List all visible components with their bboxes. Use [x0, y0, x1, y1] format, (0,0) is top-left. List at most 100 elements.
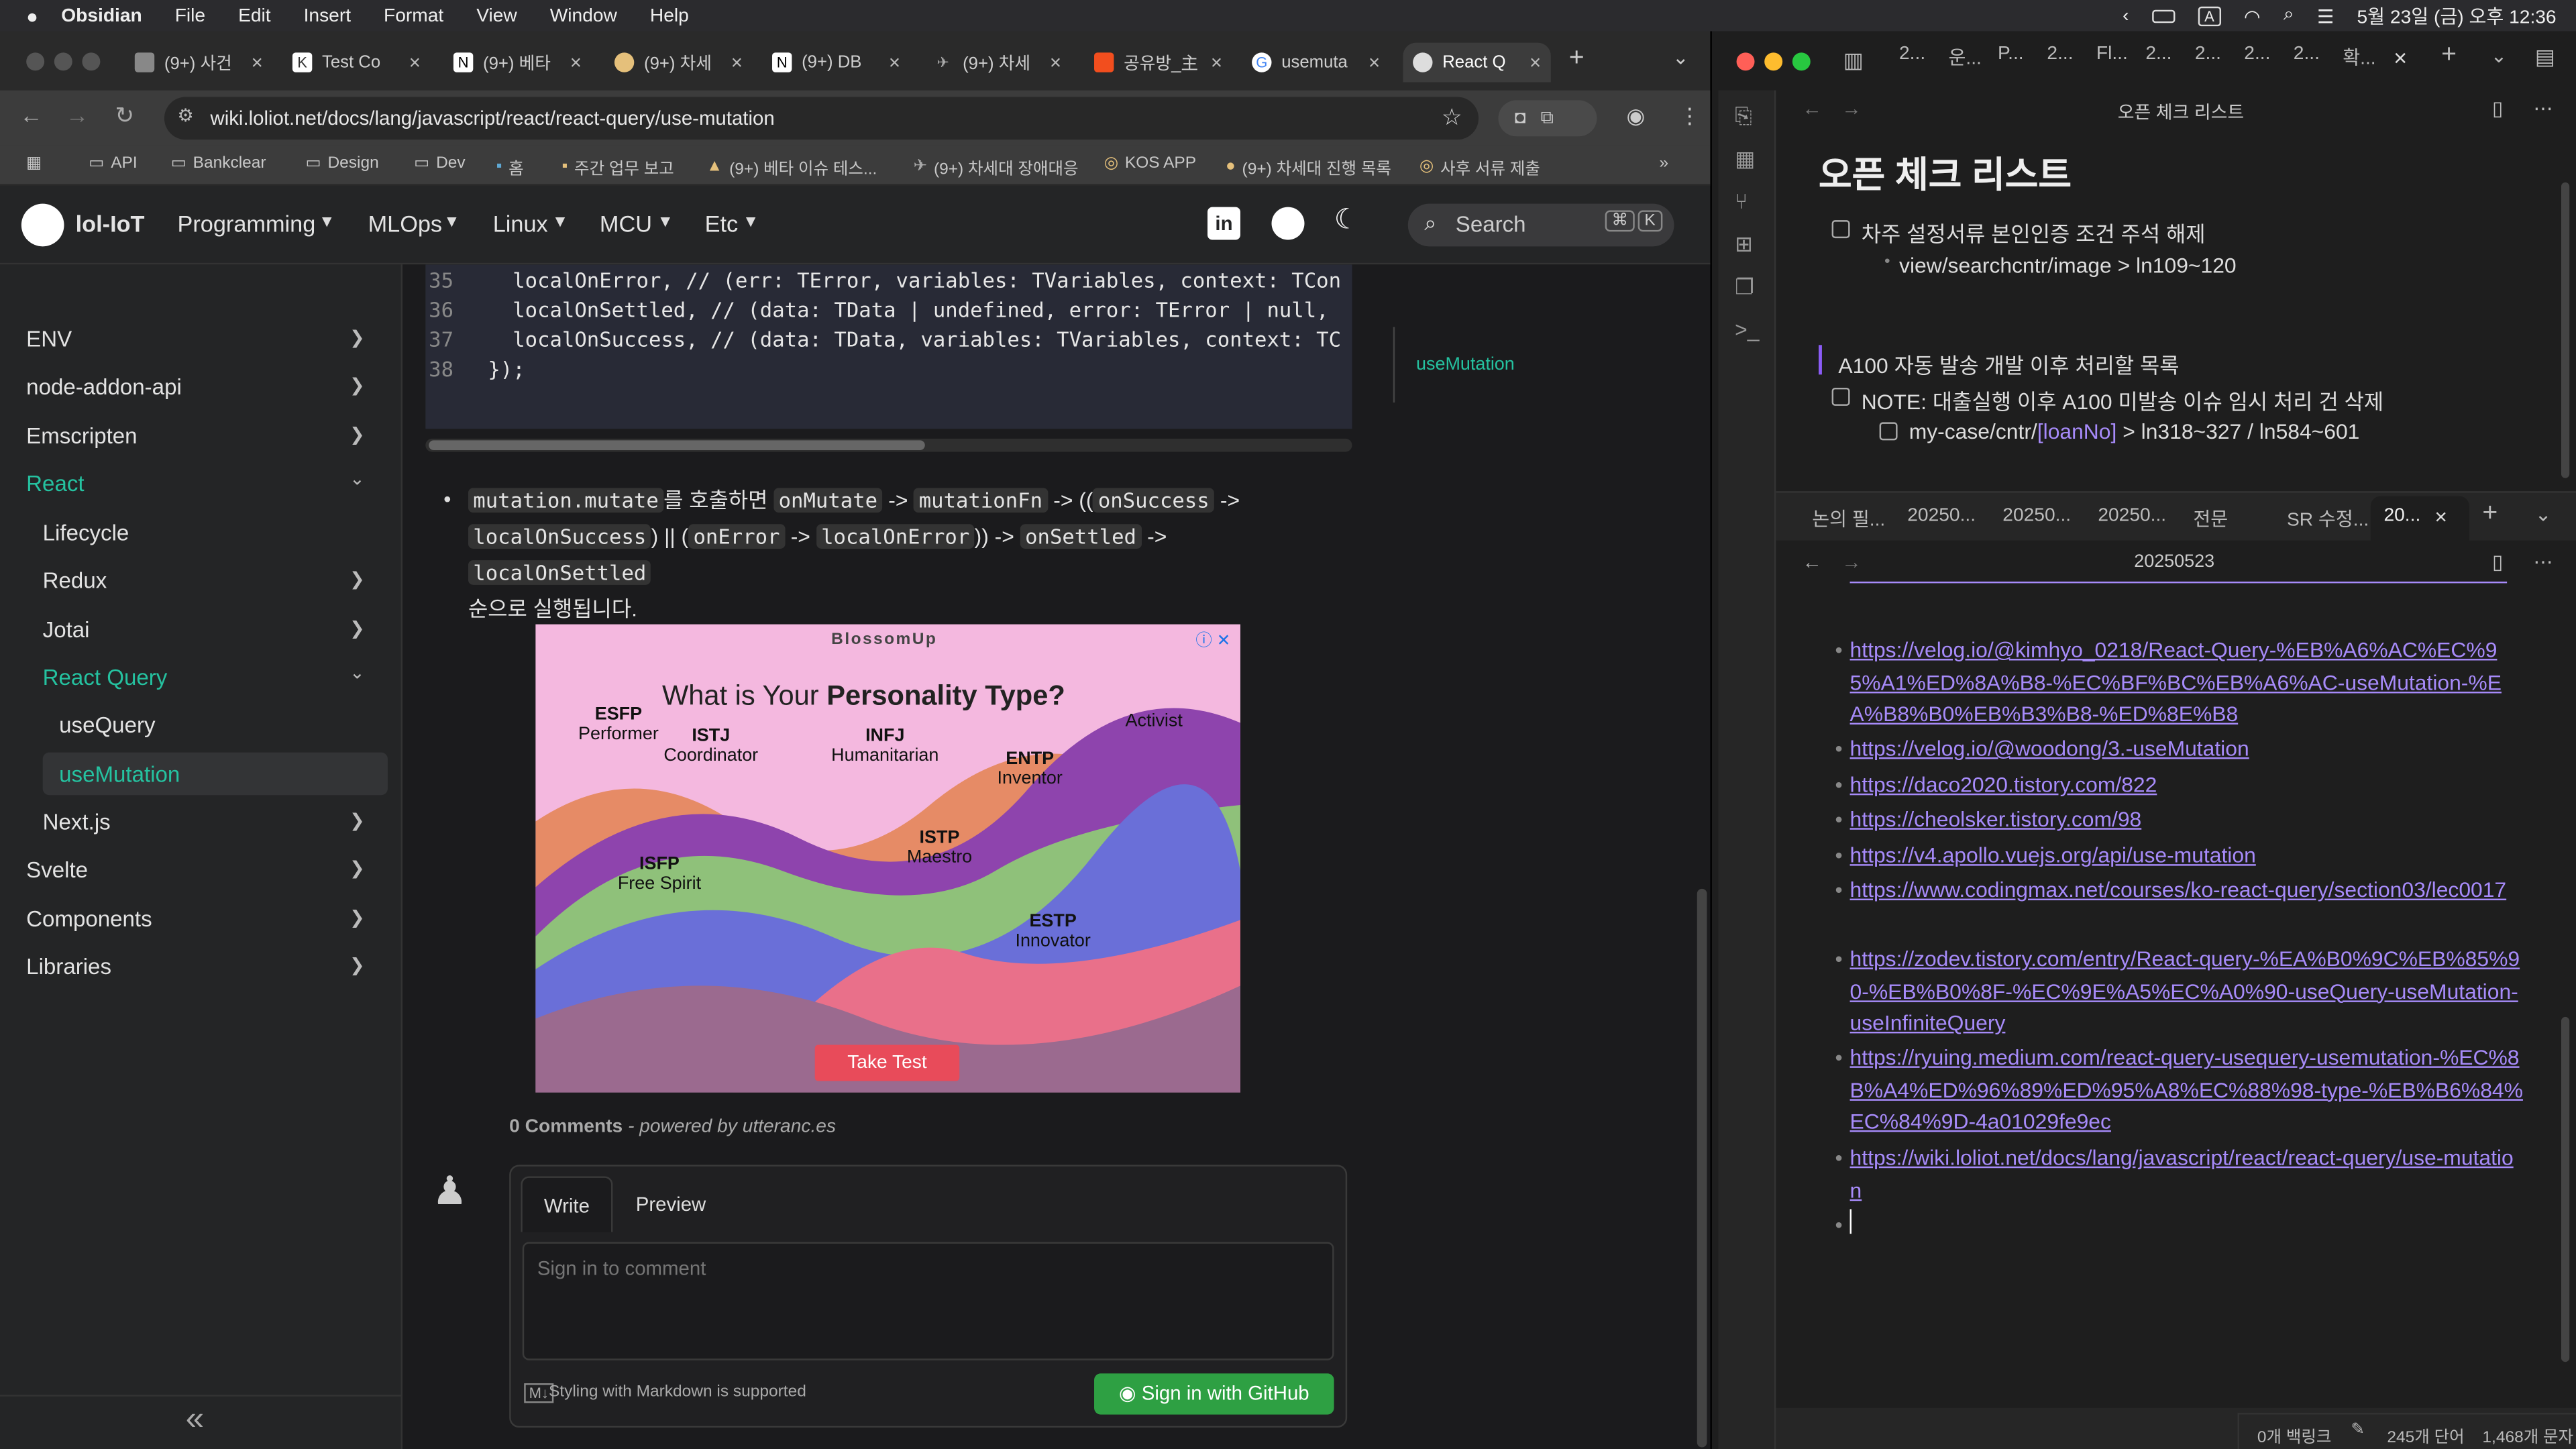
nav-mlops[interactable]: MLOps [368, 210, 443, 236]
tab-search-button[interactable]: ⌄ [1672, 46, 1689, 69]
close-icon[interactable]: × [889, 51, 900, 74]
bookmark-link[interactable]: ✈ (9+) 차세대 장애대응 [914, 154, 1079, 179]
external-link[interactable]: https://v4.apollo.vuejs.org/api/use-muta… [1850, 843, 2256, 867]
chevron-right-icon[interactable]: ❯ [350, 810, 365, 831]
chevron-left-icon[interactable]: ‹ [2123, 6, 2129, 25]
code-scrollbar[interactable] [425, 438, 1352, 452]
close-icon[interactable]: × [1529, 51, 1541, 74]
pane-scrollbar[interactable] [2561, 1016, 2570, 1362]
external-link[interactable]: https://www.codingmax.net/courses/ko-rea… [1850, 877, 2507, 902]
chevron-right-icon[interactable]: ❯ [350, 568, 365, 590]
close-icon[interactable]: × [409, 51, 421, 74]
zoom-window-button[interactable] [82, 52, 101, 71]
nav-programming[interactable]: Programming [177, 210, 315, 236]
chevron-right-icon[interactable]: ❯ [350, 374, 365, 396]
tab-3[interactable]: 운... [1948, 44, 1981, 70]
external-link[interactable]: https://velog.io/@kimhyo_0218/React-Quer… [1850, 637, 2502, 726]
right-sidebar-toggle-icon[interactable]: ▤ [2535, 44, 2555, 70]
tab-note-active-label[interactable]: 20... [2383, 506, 2420, 525]
external-link[interactable]: https://wiki.loliot.net/docs/lang/javasc… [1850, 1145, 2514, 1201]
chevron-right-icon[interactable]: ❯ [350, 618, 365, 639]
more-options-icon[interactable]: ⋯ [2533, 550, 2553, 573]
site-settings-icon[interactable]: ⚙ [177, 105, 193, 126]
tab-4[interactable]: P... [1998, 44, 2024, 64]
apple-icon[interactable]: ● [26, 4, 38, 27]
list-item-editing[interactable]: • [1835, 1209, 2524, 1242]
search-icon[interactable]: ⌕ [2284, 5, 2294, 26]
control-center-icon[interactable]: ☰ [2317, 4, 2334, 27]
bookmark-link[interactable]: ◎ 사후 서류 제출 [1419, 154, 1540, 179]
bookmark-folder[interactable]: ▭ Bankclear [171, 154, 266, 172]
new-tab-button[interactable]: + [2482, 499, 2498, 529]
close-icon[interactable]: × [252, 51, 263, 74]
browser-tab-active[interactable]: React Q × [1403, 42, 1551, 83]
task-checkbox[interactable] [1831, 387, 1850, 406]
tab-2[interactable]: 2... [1899, 44, 1925, 64]
sidebar-item-libraries[interactable]: Libraries [26, 955, 111, 979]
sidebar-item-usequery[interactable]: useQuery [59, 713, 155, 738]
close-icon[interactable]: × [731, 51, 743, 74]
menu-clock[interactable]: 5월 23일 (금) 오후 12:36 [2357, 3, 2557, 29]
browser-tab[interactable]: N (9+) DB × [762, 43, 910, 83]
battery-icon[interactable] [2151, 9, 2176, 23]
close-tab-icon[interactable]: × [2394, 44, 2407, 70]
copy-icon[interactable]: ❐ [1735, 274, 1754, 301]
tab-11[interactable]: 확... [2343, 44, 2375, 70]
comment-textarea[interactable] [522, 1242, 1334, 1360]
edit-icon[interactable]: ✎ [2351, 1421, 2365, 1439]
browser-tab[interactable]: K Test Co × [282, 43, 430, 83]
camera-extension-icon[interactable]: ◘ ⧉ [1498, 100, 1597, 137]
close-icon[interactable]: × [570, 51, 582, 74]
external-link[interactable]: https://ryuing.medium.com/react-query-us… [1850, 1045, 2523, 1134]
close-icon[interactable]: × [1050, 51, 1061, 74]
sidebar-toggle-icon[interactable]: ▥ [1843, 48, 1864, 74]
site-brand[interactable]: lol-IoT [76, 210, 145, 236]
bookmark-link[interactable]: ◎ KOS APP [1104, 154, 1196, 172]
reading-view-icon[interactable]: ▯ [2492, 550, 2503, 573]
browser-tab[interactable]: (9+) 사건 × [125, 43, 272, 83]
signin-github-button[interactable]: ◉ Sign in with GitHub [1094, 1373, 1334, 1415]
blocks-icon[interactable]: ⊞ [1735, 231, 1753, 258]
close-icon[interactable]: × [1368, 51, 1380, 74]
external-link[interactable]: https://daco2020.tistory.com/822 [1850, 772, 2157, 797]
chevron-right-icon[interactable]: ❯ [350, 857, 365, 879]
dark-mode-toggle-icon[interactable]: ☾ [1334, 204, 1359, 237]
bookmark-link[interactable]: ▪ 홈 [496, 154, 524, 179]
chevron-right-icon[interactable]: ❯ [350, 424, 365, 445]
linkedin-icon[interactable]: in [1208, 207, 1240, 240]
bookmark-folder[interactable]: ▭ Design [306, 154, 379, 172]
minimize-window-button[interactable] [1764, 52, 1783, 71]
bookmark-star-icon[interactable]: ☆ [1442, 103, 1462, 131]
reload-icon[interactable]: ↻ [115, 102, 134, 130]
calendar-icon[interactable]: ▦ [1735, 146, 1755, 172]
tab-note[interactable]: SR 수정... [2287, 506, 2369, 532]
back-icon[interactable]: ← [1803, 97, 1822, 119]
forward-icon[interactable]: → [1841, 550, 1861, 573]
menu-help[interactable]: Help [650, 6, 689, 25]
chevron-right-icon[interactable]: ❯ [350, 907, 365, 928]
tab-8[interactable]: 2... [2195, 44, 2221, 64]
note-title-bar[interactable]: 20250523 [2134, 552, 2214, 572]
close-tab-icon[interactable]: × [2434, 504, 2447, 529]
forward-icon[interactable]: → [1841, 97, 1861, 119]
backlinks-count[interactable]: 0개 백링크 [2257, 1423, 2332, 1448]
bookmark-link[interactable]: ▲ (9+) 베타 이슈 테스... [706, 154, 877, 179]
github-icon[interactable] [1271, 207, 1305, 240]
sidebar-item-lifecycle[interactable]: Lifecycle [43, 521, 129, 545]
chevron-right-icon[interactable]: ❯ [350, 955, 365, 975]
nav-etc[interactable]: Etc [705, 210, 739, 236]
nav-mcu[interactable]: MCU [600, 210, 652, 236]
sidebar-item-react[interactable]: React [26, 472, 84, 496]
tab-5[interactable]: 2... [2047, 44, 2073, 64]
forward-icon[interactable]: → [66, 102, 89, 128]
close-window-button[interactable] [1736, 52, 1755, 71]
sidebar-item-emscripten[interactable]: Emscripten [26, 424, 137, 449]
tab-note[interactable]: 논의 필... [1812, 506, 1885, 532]
back-icon[interactable]: ← [1803, 550, 1822, 573]
sidebar-item-components[interactable]: Components [26, 907, 152, 932]
sidebar-item-redux[interactable]: Redux [43, 568, 107, 593]
input-source-indicator[interactable]: A [2198, 5, 2221, 25]
chevron-right-icon[interactable]: ❯ [350, 327, 365, 348]
tab-9[interactable]: 2... [2244, 44, 2270, 64]
chevron-down-icon[interactable]: ⌄ [350, 662, 365, 683]
